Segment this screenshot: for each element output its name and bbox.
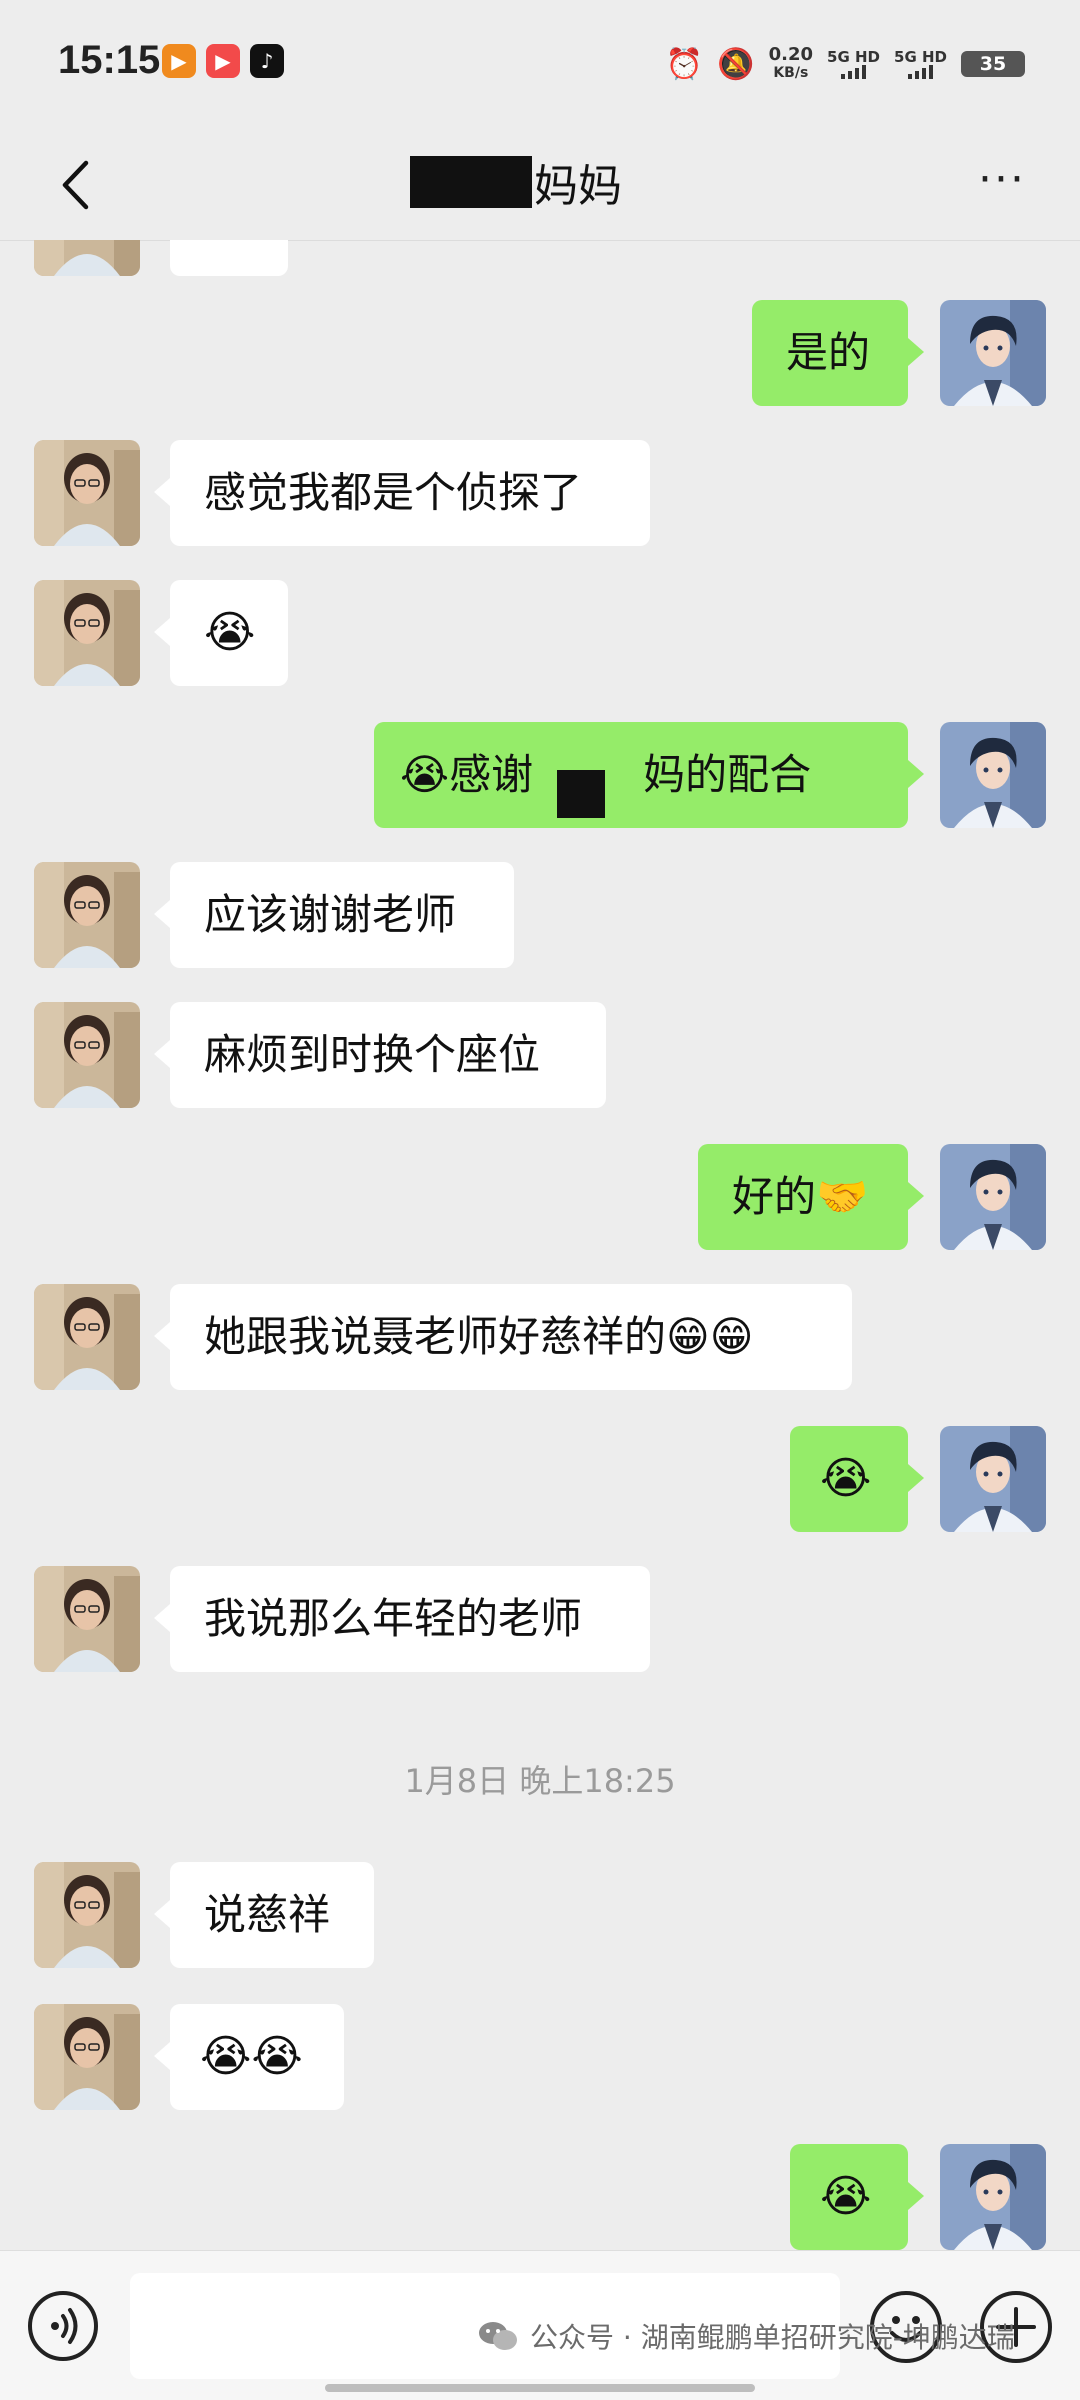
avatar-teacher[interactable] [940, 722, 1046, 828]
chat-screen: 15:15 ▶ ▶ ♪ ⏰ 🔕 0.20 KB/s 5G HD 5G HD 35 [0, 0, 1080, 2400]
message-bubble[interactable]: 说慈祥 [154, 1862, 374, 1968]
mute-icon: 🔕 [717, 46, 755, 82]
signal-bars-icon [908, 65, 933, 79]
redacted-name [533, 722, 643, 828]
status-time: 15:15 [58, 38, 161, 82]
avatar-mother[interactable] [34, 440, 140, 546]
time-divider: 1月8日 晚上18:25 [404, 1762, 676, 1800]
more-options-button[interactable]: ··· [972, 158, 1032, 210]
wechat-icon [479, 2322, 517, 2350]
voice-icon [51, 2308, 78, 2344]
signal-bars-icon [841, 65, 867, 79]
avatar-mother[interactable] [34, 1284, 140, 1390]
avatar-teacher[interactable] [940, 1144, 1046, 1250]
status-indicators: ⏰ 🔕 0.20 KB/s 5G HD 5G HD 35 [666, 40, 1025, 88]
avatar-mother[interactable] [34, 2004, 140, 2110]
chevron-left-icon [62, 160, 89, 210]
redacted-name [410, 156, 532, 208]
sim2-signal: 5G HD [894, 49, 947, 79]
avatar-mother[interactable] [34, 580, 140, 686]
avatar-mother[interactable] [34, 1862, 140, 1968]
chat-header: 妈妈 ··· [0, 130, 1080, 241]
avatar-mother[interactable] [34, 862, 140, 968]
home-indicator[interactable] [325, 2384, 755, 2392]
message-bubble[interactable]: 应该谢谢老师 [154, 862, 514, 968]
message-bubble[interactable]: 她跟我说聂老师好慈祥的😁😁 [154, 1284, 852, 1390]
tiktok-icon: ♪ [250, 44, 284, 78]
message-bubble[interactable]: 😭 [154, 580, 288, 686]
sim1-signal: 5G HD [827, 49, 880, 79]
message-bubble[interactable]: 😭感谢 妈的配合 [374, 722, 924, 828]
message-bubble[interactable]: 😭 [790, 2144, 924, 2250]
voice-input-button[interactable] [28, 2291, 98, 2361]
net-speed: 0.20 KB/s [768, 44, 814, 82]
watermark: 公众号 · 湖南鲲鹏单招研究院-坤鹏达瑞 [478, 2316, 1015, 2356]
avatar-teacher[interactable] [940, 2144, 1046, 2250]
avatar-teacher[interactable] [940, 1426, 1046, 1532]
battery-indicator: 35 [961, 51, 1025, 77]
message-bubble[interactable]: 麻烦到时换个座位 [154, 1002, 606, 1108]
avatar-mother[interactable] [34, 1566, 140, 1672]
message-bubble[interactable] [170, 240, 288, 276]
message-bubble[interactable]: 感觉我都是个侦探了 [154, 440, 650, 546]
message-bubble[interactable]: 好的🤝 [698, 1144, 924, 1250]
status-bar: 15:15 ▶ ▶ ♪ ⏰ 🔕 0.20 KB/s 5G HD 5G HD 35 [0, 0, 1080, 130]
message-bubble[interactable]: 是的 [752, 300, 924, 406]
video-app-icon: ▶ [206, 44, 240, 78]
avatar-teacher[interactable] [940, 300, 1046, 406]
chat-title: 妈妈 [410, 152, 622, 212]
back-button[interactable] [40, 150, 110, 220]
notification-app-icon: ▶ [162, 44, 196, 78]
message-bubble[interactable]: 😭😭 [154, 2004, 344, 2110]
message-bubble[interactable]: 我说那么年轻的老师 [154, 1566, 650, 1672]
message-list[interactable]: 是的 感觉我都是个侦探了 😭 😭感谢 妈的配合 应该谢谢老师 麻烦到时换个座位 … [0, 240, 1080, 2250]
avatar-mother[interactable] [34, 240, 140, 276]
avatar-mother[interactable] [34, 1002, 140, 1108]
alarm-icon: ⏰ [665, 46, 704, 82]
message-bubble[interactable]: 😭 [790, 1426, 924, 1532]
